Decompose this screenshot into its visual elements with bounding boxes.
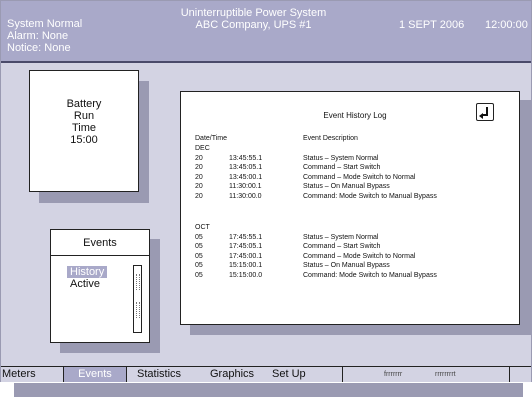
log-description: Command – Start Switch: [303, 164, 381, 171]
log-group-dec: DEC 20 13:45:55.1 Status – System Normal…: [195, 144, 515, 201]
log-day: 05: [195, 271, 203, 279]
events-panel-title: Events: [83, 237, 117, 249]
log-row[interactable]: 05 17:45:55.1 Status – System Normal: [195, 233, 515, 243]
log-day: 20: [195, 192, 203, 200]
log-day: 05: [195, 262, 203, 269]
log-row[interactable]: 20 11:30:00.0 Command: Mode Switch to Ma…: [195, 192, 515, 202]
menu-separator: [509, 367, 510, 382]
log-time: 15:15:00.1: [229, 262, 263, 269]
column-header-datetime: Date/Time: [195, 135, 228, 142]
menu-events[interactable]: Events: [64, 367, 126, 382]
menu-separator: [126, 367, 127, 382]
log-day: 20: [195, 154, 203, 162]
log-time: 17:45:05.1: [229, 243, 263, 250]
status-line-system: System Normal: [7, 18, 83, 30]
log-row[interactable]: 05 15:15:00.1 Status – On Manual Bypass: [195, 261, 515, 271]
log-day: 05: [195, 233, 203, 241]
status-line-alarm: Alarm: None: [7, 30, 69, 42]
system-title: Uninterruptible Power System ABC Company…: [161, 7, 346, 31]
main-area: Battery Run Time 15:00 Events History Ac…: [1, 63, 532, 366]
menu-separator: [342, 367, 343, 382]
events-list: History Active: [67, 266, 108, 290]
bottom-shadow-strip: [14, 383, 523, 397]
log-day: 05: [195, 243, 203, 250]
scroll-up-mark[interactable]: [136, 274, 140, 290]
log-row[interactable]: 20 13:45:05.1 Command – Start Switch: [195, 163, 515, 173]
log-day: 20: [195, 164, 203, 171]
events-item-history[interactable]: History: [67, 266, 108, 278]
log-time: 17:45:00.1: [229, 252, 263, 260]
return-button[interactable]: [476, 103, 494, 121]
menu-setup[interactable]: Set Up: [272, 367, 306, 382]
log-time: 11:30:00.1: [229, 183, 262, 190]
log-row[interactable]: 05 17:45:05.1 Command – Start Switch: [195, 242, 515, 252]
header-bar: System Normal Alarm: None Notice: None U…: [1, 1, 531, 61]
log-row[interactable]: 20 13:45:00.1 Command – Mode Switch to N…: [195, 173, 515, 183]
column-header-description: Event Description: [303, 135, 358, 142]
log-day: 05: [195, 252, 203, 260]
log-description: Command – Mode Switch to Normal: [303, 252, 416, 260]
log-description: Command – Mode Switch to Normal: [303, 173, 416, 181]
log-description: Status – System Normal: [303, 154, 379, 162]
menu-statistics[interactable]: Statistics: [137, 367, 181, 382]
log-description: Command – Start Switch: [303, 243, 381, 250]
events-item-active[interactable]: Active: [67, 278, 107, 290]
log-month: OCT: [195, 224, 210, 231]
log-day: 20: [195, 183, 203, 190]
log-time: 11:30:00.0: [229, 192, 262, 200]
events-panel-divider: [51, 255, 149, 256]
return-arrowhead-icon: [479, 113, 483, 119]
status-line-notice: Notice: None: [7, 42, 71, 54]
menubar: Meters Events Statistics Graphics Set Up…: [1, 367, 531, 382]
log-time: 15:15:00.0: [229, 271, 263, 279]
log-time: 17:45:55.1: [229, 233, 263, 241]
log-row[interactable]: 20 11:30:00.1 Status – On Manual Bypass: [195, 182, 515, 192]
log-description: Command: Mode Switch to Manual Bypass: [303, 192, 437, 200]
time-label: Time: [71, 122, 97, 134]
battery-run-time-value: 15:00: [70, 134, 98, 146]
log-description: Status – On Manual Bypass: [303, 262, 390, 269]
log-time: 13:45:55.1: [229, 154, 263, 162]
log-row[interactable]: 20 13:45:55.1 Status – System Normal: [195, 154, 515, 164]
battery-run-time-panel: Battery Run Time 15:00: [29, 70, 139, 192]
event-history-log: Event History Log Date/Time Event Descri…: [180, 91, 520, 325]
system-status: System Normal Alarm: None Notice: None: [7, 18, 82, 54]
log-time: 13:45:00.1: [229, 173, 263, 181]
events-scrollbar[interactable]: [133, 265, 142, 333]
menu-aux-label-2[interactable]: rrrrrrrrt: [435, 367, 456, 382]
events-panel: Events History Active: [50, 229, 150, 343]
event-log-title: Event History Log: [323, 111, 387, 120]
log-description: Command: Mode Switch to Manual Bypass: [303, 271, 437, 279]
menu-meters[interactable]: Meters: [1, 367, 63, 382]
run-label: Run: [73, 110, 95, 122]
log-day: 20: [195, 173, 203, 181]
log-group-oct: OCT 05 17:45:55.1 Status – System Normal…: [195, 223, 515, 280]
log-description: Status – System Normal: [303, 233, 379, 241]
current-time: 12:00:00: [485, 19, 528, 31]
page-title: Uninterruptible Power System: [180, 7, 327, 19]
log-description: Status – On Manual Bypass: [303, 183, 390, 190]
page-subtitle: ABC Company, UPS #1: [195, 19, 312, 31]
log-row[interactable]: 05 17:45:00.1 Command – Mode Switch to N…: [195, 252, 515, 262]
scroll-down-mark[interactable]: [136, 302, 140, 318]
log-time: 13:45:05.1: [229, 164, 263, 171]
menu-aux-label-1[interactable]: frrrrrrr: [384, 367, 402, 382]
battery-label: Battery: [66, 98, 102, 110]
current-date: 1 SEPT 2006: [399, 19, 465, 31]
log-month: DEC: [195, 145, 210, 152]
menu-graphics[interactable]: Graphics: [210, 367, 254, 382]
log-row[interactable]: 05 15:15:00.0 Command: Mode Switch to Ma…: [195, 271, 515, 281]
